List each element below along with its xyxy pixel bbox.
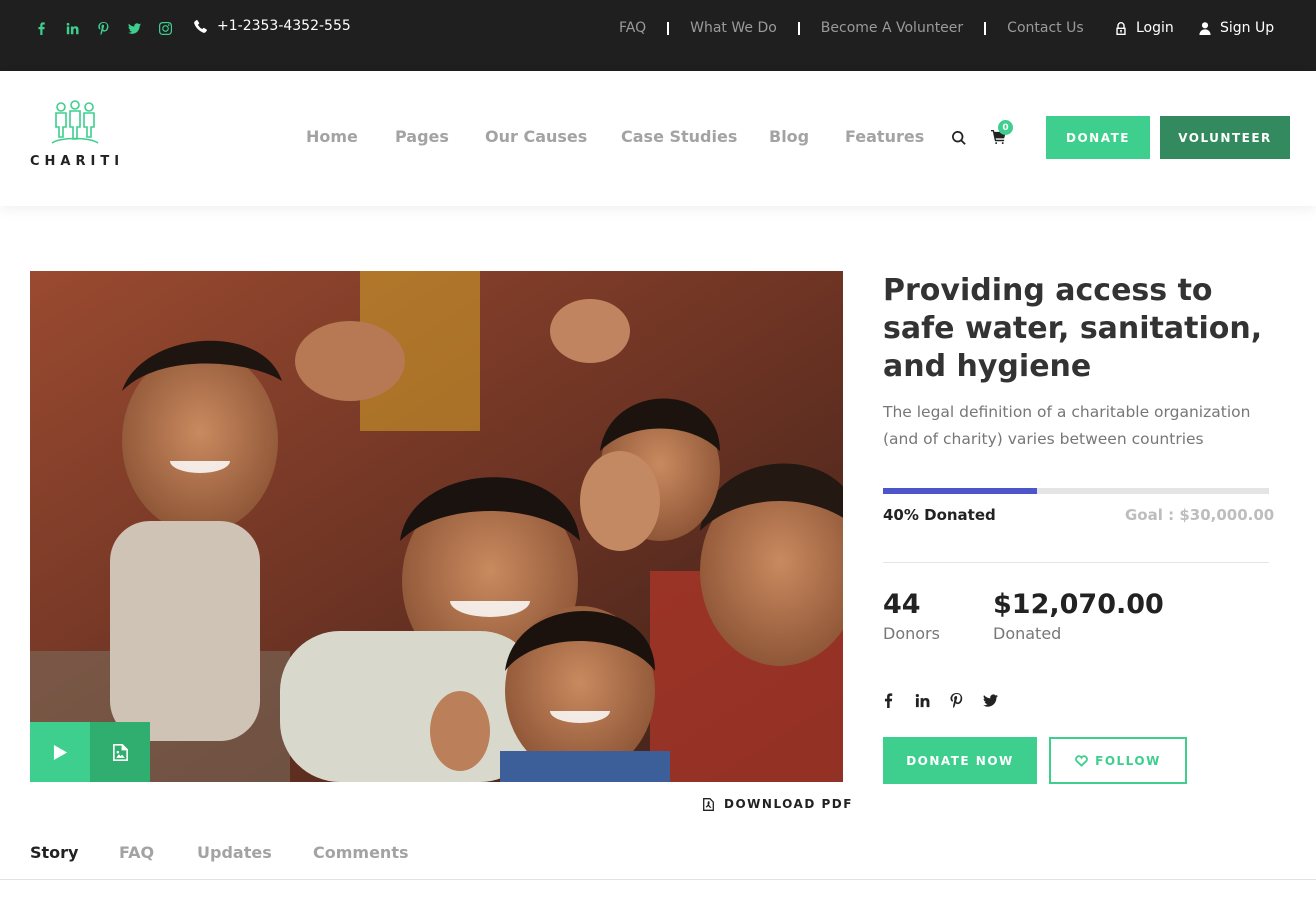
download-pdf-link[interactable]: DOWNLOAD PDF <box>703 797 853 811</box>
children-photo <box>30 271 843 782</box>
search-icon[interactable] <box>952 130 967 145</box>
cause-title: Providing access to safe water, sanitati… <box>883 273 1263 384</box>
play-icon <box>53 744 67 760</box>
phone-contact: +1-2353-4352-555 <box>194 18 351 34</box>
share-links <box>881 690 1017 710</box>
donate-button[interactable]: DONATE <box>1046 116 1150 159</box>
logo-text: CHARITI <box>30 154 125 169</box>
tab-story[interactable]: Story <box>30 843 119 862</box>
main-nav: Home Pages Our Causes Case Studies Blog … <box>306 127 924 146</box>
tab-faq[interactable]: FAQ <box>119 843 197 862</box>
donated-percent: 40% Donated <box>883 506 996 524</box>
cause-description: The legal definition of a charitable org… <box>883 403 1251 448</box>
donors-stat: 44 Donors <box>883 588 940 643</box>
top-bar: +1-2353-4352-555 FAQ What We Do Become A… <box>0 0 1316 71</box>
linkedin-icon[interactable] <box>57 18 88 38</box>
tab-updates[interactable]: Updates <box>197 843 313 862</box>
facebook-icon[interactable] <box>881 690 915 710</box>
top-link-what-we-do[interactable]: What We Do <box>690 20 777 36</box>
donated-label: Donated <box>993 624 1062 643</box>
follow-label: FOLLOW <box>1095 753 1161 768</box>
cause-tabs: Story FAQ Updates Comments <box>30 843 409 862</box>
tabs-divider <box>0 879 1316 880</box>
lock-icon <box>1116 21 1126 35</box>
pinterest-icon[interactable] <box>949 690 983 710</box>
goal-amount: Goal : $30,000.00 <box>1125 506 1275 524</box>
phone-number[interactable]: +1-2353-4352-555 <box>217 18 351 34</box>
pdf-file-icon <box>703 797 714 811</box>
donated-stat: $12,070.00 Donated <box>993 588 1164 643</box>
heart-icon <box>1075 754 1088 767</box>
nav-our-causes[interactable]: Our Causes <box>485 127 621 146</box>
signup-link[interactable]: Sign Up <box>1199 20 1274 36</box>
download-pdf-label: DOWNLOAD PDF <box>724 797 853 811</box>
cause-hero-image <box>30 271 843 782</box>
donated-amount: $12,070.00 <box>993 589 1164 620</box>
divider <box>667 21 670 35</box>
image-gallery-button[interactable] <box>90 722 150 782</box>
user-icon <box>1199 21 1211 35</box>
logo[interactable]: CHARITI <box>30 99 122 171</box>
login-link[interactable]: Login <box>1115 20 1174 36</box>
top-social-links <box>26 18 181 38</box>
twitter-icon[interactable] <box>983 690 1017 710</box>
top-link-contact-us[interactable]: Contact Us <box>1007 20 1083 36</box>
divider <box>797 21 800 35</box>
nav-pages[interactable]: Pages <box>395 127 485 146</box>
signup-label: Sign Up <box>1220 20 1275 36</box>
login-label: Login <box>1136 20 1174 36</box>
linkedin-icon[interactable] <box>915 690 949 710</box>
facebook-icon[interactable] <box>26 18 57 38</box>
instagram-icon[interactable] <box>150 18 181 38</box>
nav-blog[interactable]: Blog <box>769 127 845 146</box>
pinterest-icon[interactable] <box>88 18 119 38</box>
nav-case-studies[interactable]: Case Studies <box>621 127 769 146</box>
nav-home[interactable]: Home <box>306 127 395 146</box>
divider <box>883 562 1269 563</box>
tab-comments[interactable]: Comments <box>313 843 409 862</box>
image-file-icon <box>112 743 128 761</box>
nav-features[interactable]: Features <box>845 127 924 146</box>
main-header: CHARITI Home Pages Our Causes Case Studi… <box>0 71 1316 206</box>
donate-now-button[interactable]: DONATE NOW <box>883 737 1037 784</box>
phone-icon <box>194 19 207 33</box>
logo-icon <box>51 100 99 144</box>
cart-count-badge: 0 <box>998 120 1013 135</box>
play-video-button[interactable] <box>30 722 90 782</box>
donors-label: Donors <box>883 624 940 643</box>
top-link-faq[interactable]: FAQ <box>619 20 646 36</box>
donors-count: 44 <box>883 589 921 620</box>
volunteer-button[interactable]: VOLUNTEER <box>1160 116 1290 159</box>
top-link-become-volunteer[interactable]: Become A Volunteer <box>821 20 963 36</box>
top-links: FAQ What We Do Become A Volunteer Contac… <box>619 20 1084 36</box>
twitter-icon[interactable] <box>119 18 150 38</box>
donation-progress-fill <box>883 488 1038 494</box>
divider <box>984 21 987 35</box>
follow-button[interactable]: FOLLOW <box>1049 737 1187 784</box>
donation-progress-bar <box>883 488 1269 494</box>
